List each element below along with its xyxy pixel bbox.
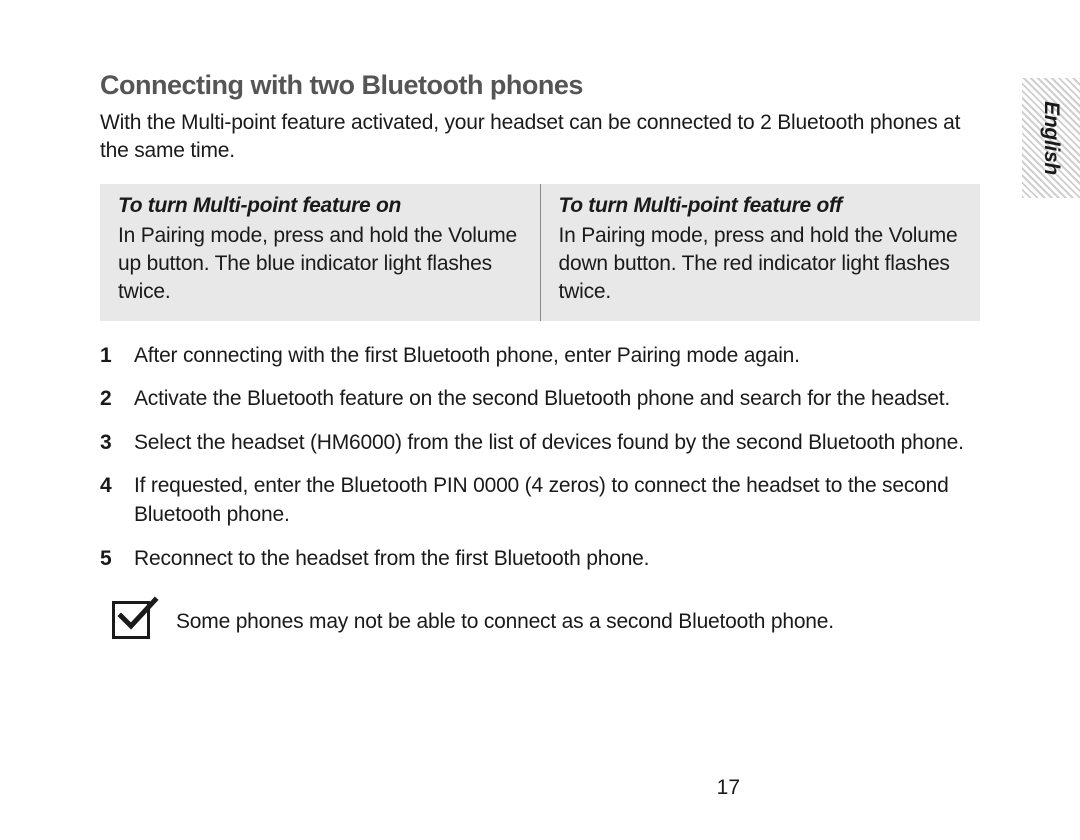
step-number: 2 bbox=[100, 384, 134, 413]
note-text: Some phones may not be able to connect a… bbox=[176, 601, 834, 636]
feature-on-header: To turn Multi-point feature on bbox=[118, 194, 522, 218]
step-number: 4 bbox=[100, 471, 134, 530]
step-text: Reconnect to the headset from the first … bbox=[134, 544, 980, 573]
step-item: 2 Activate the Bluetooth feature on the … bbox=[100, 384, 980, 413]
step-text: Activate the Bluetooth feature on the se… bbox=[134, 384, 980, 413]
step-item: 3 Select the headset (HM6000) from the l… bbox=[100, 428, 980, 457]
feature-on-column: To turn Multi-point feature on In Pairin… bbox=[100, 184, 541, 321]
note-row: Some phones may not be able to connect a… bbox=[112, 601, 980, 639]
step-item: 4 If requested, enter the Bluetooth PIN … bbox=[100, 471, 980, 530]
feature-off-header: To turn Multi-point feature off bbox=[559, 194, 963, 218]
step-number: 5 bbox=[100, 544, 134, 573]
step-text: After connecting with the first Bluetoot… bbox=[134, 341, 980, 370]
feature-on-body: In Pairing mode, press and hold the Volu… bbox=[118, 222, 522, 307]
section-heading: Connecting with two Bluetooth phones bbox=[100, 70, 980, 101]
step-text: If requested, enter the Bluetooth PIN 00… bbox=[134, 471, 980, 530]
language-tab: English bbox=[1022, 78, 1080, 198]
step-number: 3 bbox=[100, 428, 134, 457]
step-item: 1 After connecting with the first Blueto… bbox=[100, 341, 980, 370]
page-number: 17 bbox=[717, 776, 740, 800]
step-text: Select the headset (HM6000) from the lis… bbox=[134, 428, 980, 457]
intro-paragraph: With the Multi-point feature activated, … bbox=[100, 109, 980, 166]
steps-list: 1 After connecting with the first Blueto… bbox=[100, 341, 980, 573]
feature-table: To turn Multi-point feature on In Pairin… bbox=[100, 184, 980, 321]
feature-off-body: In Pairing mode, press and hold the Volu… bbox=[559, 222, 963, 307]
language-tab-label: English bbox=[1039, 101, 1063, 175]
feature-off-column: To turn Multi-point feature off In Pairi… bbox=[541, 184, 981, 321]
checkbox-icon bbox=[112, 601, 150, 639]
step-number: 1 bbox=[100, 341, 134, 370]
step-item: 5 Reconnect to the headset from the firs… bbox=[100, 544, 980, 573]
